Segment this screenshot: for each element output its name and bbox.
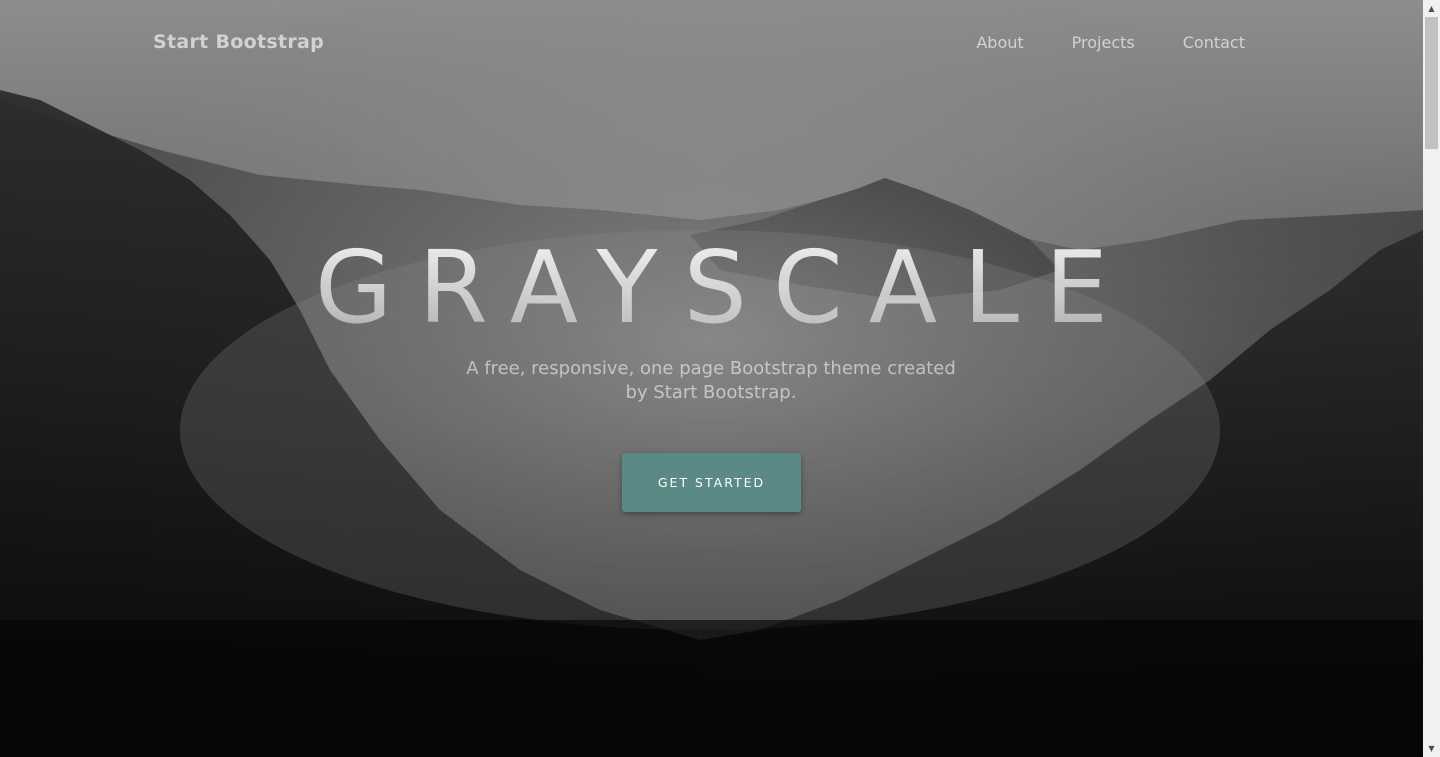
page-viewport: Start Bootstrap About Projects Contact G… (0, 0, 1423, 757)
get-started-button[interactable]: Get Started (622, 453, 801, 512)
scrollbar-thumb[interactable] (1425, 17, 1438, 149)
vertical-scrollbar[interactable]: ▲ ▼ (1423, 0, 1440, 757)
hero-section: GRAYSCALE A free, responsive, one page B… (0, 0, 1423, 757)
triangle-down-icon[interactable]: ▼ (1423, 740, 1440, 757)
hero-subtitle: A free, responsive, one page Bootstrap t… (466, 358, 956, 403)
hero-title: GRAYSCALE (0, 238, 1423, 338)
triangle-up-icon[interactable]: ▲ (1423, 0, 1440, 17)
